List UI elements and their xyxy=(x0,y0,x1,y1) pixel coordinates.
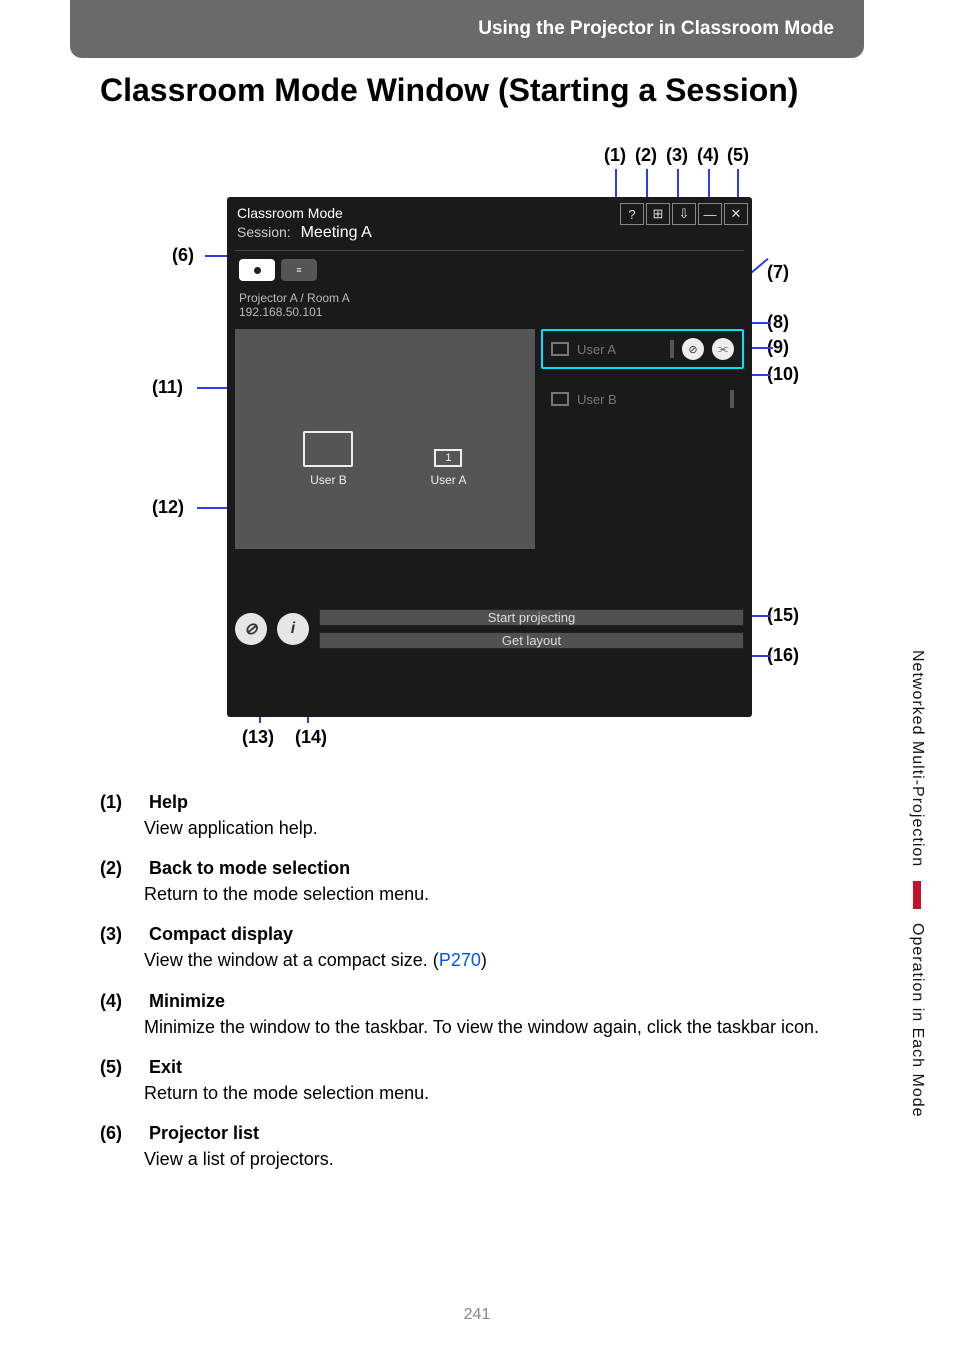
close-icon[interactable]: ✕ xyxy=(724,203,748,225)
card-icon: 1 xyxy=(434,449,462,467)
page-number: 241 xyxy=(0,1306,954,1324)
projector-list-icon[interactable]: ≡ xyxy=(281,259,317,281)
desc-title: Help xyxy=(149,792,188,812)
desc-num: (5) xyxy=(100,1054,144,1080)
mode-selection-icon[interactable]: ⊞ xyxy=(646,203,670,225)
callout-6: (6) xyxy=(172,245,194,266)
status-bar-icon xyxy=(670,340,674,358)
callout-11: (11) xyxy=(152,377,183,398)
description-item: (3) Compact display View the window at a… xyxy=(100,921,864,973)
minimize-icon[interactable]: — xyxy=(698,203,722,225)
user-name: User B xyxy=(577,392,617,407)
session-row: Session: Meeting A xyxy=(237,224,742,242)
callout-2: (2) xyxy=(635,145,657,166)
description-item: (6) Projector list View a list of projec… xyxy=(100,1120,864,1172)
blank-button[interactable]: ⊘ xyxy=(235,613,267,645)
user-name: User A xyxy=(577,342,616,357)
projector-list-header: ≡ Projector A / Room A 192.168.50.101 xyxy=(235,250,744,319)
desc-title: Projector list xyxy=(149,1123,259,1143)
desc-title: Minimize xyxy=(149,991,225,1011)
app-titlebar: Classroom Mode Session: Meeting A ? ⊞ ⇩ … xyxy=(227,197,752,246)
session-name: Meeting A xyxy=(301,224,372,241)
callout-12: (12) xyxy=(152,497,184,518)
layout-slot-1: User B xyxy=(303,431,353,487)
desc-title: Back to mode selection xyxy=(149,858,350,878)
layout-slot-2-label: User A xyxy=(430,473,466,487)
layout-slot-1-label: User B xyxy=(303,473,353,487)
sidebar-top: Networked Multi-Projection xyxy=(908,650,926,867)
desc-body: View a list of projectors. xyxy=(144,1146,864,1172)
desc-num: (4) xyxy=(100,988,144,1014)
description-item: (4) Minimize Minimize the window to the … xyxy=(100,988,864,1040)
callout-5: (5) xyxy=(727,145,749,166)
description-item: (5) Exit Return to the mode selection me… xyxy=(100,1054,864,1106)
monitor-icon xyxy=(551,392,569,406)
desc-body: View the window at a compact size. (P270… xyxy=(144,947,864,973)
description-list: (1) Help View application help. (2) Back… xyxy=(100,789,864,1172)
bottom-controls: ⊘ i Start projecting Get layout xyxy=(235,609,744,649)
projector-info: Projector A / Room A 192.168.50.101 xyxy=(239,291,740,319)
desc-body: Return to the mode selection menu. xyxy=(144,881,864,907)
compact-display-icon[interactable]: ⇩ xyxy=(672,203,696,225)
titlebar-icons: ? ⊞ ⇩ — ✕ xyxy=(620,203,748,225)
description-item: (1) Help View application help. xyxy=(100,789,864,841)
callout-10: (10) xyxy=(767,364,799,385)
callout-13: (13) xyxy=(242,727,274,748)
section-header-text: Using the Projector in Classroom Mode xyxy=(478,18,834,39)
help-icon[interactable]: ? xyxy=(620,203,644,225)
divider-icon xyxy=(913,881,921,909)
callout-3: (3) xyxy=(666,145,688,166)
callout-14: (14) xyxy=(295,727,327,748)
status-bar-icon xyxy=(730,390,734,408)
layout-preview[interactable]: User B 1 User A xyxy=(235,329,535,549)
projector-ip: 192.168.50.101 xyxy=(239,305,740,319)
callout-7: (7) xyxy=(767,262,789,283)
user-list: User A ⊘ ⫘ User B xyxy=(541,329,744,549)
user-item[interactable]: User B xyxy=(541,379,744,419)
callout-1: (1) xyxy=(604,145,626,166)
callout-15: (15) xyxy=(767,605,799,626)
desc-title: Compact display xyxy=(149,924,293,944)
desc-title: Exit xyxy=(149,1057,182,1077)
desc-body: Minimize the window to the taskbar. To v… xyxy=(144,1014,864,1040)
callout-4: (4) xyxy=(697,145,719,166)
session-prefix: Session: xyxy=(237,224,291,240)
desc-body: Return to the mode selection menu. xyxy=(144,1080,864,1106)
sidebar-bottom: Operation in Each Mode xyxy=(908,923,926,1118)
desc-num: (2) xyxy=(100,855,144,881)
projector-name: Projector A / Room A xyxy=(239,291,740,305)
page-title: Classroom Mode Window (Starting a Sessio… xyxy=(100,72,954,109)
section-header: Using the Projector in Classroom Mode xyxy=(70,0,864,58)
connect-icon[interactable]: ⫘ xyxy=(712,338,734,360)
desc-num: (3) xyxy=(100,921,144,947)
layout-slot-2: 1 User A xyxy=(430,449,466,487)
user-item[interactable]: User A ⊘ ⫘ xyxy=(541,329,744,369)
projector-thumbnail-icon[interactable] xyxy=(239,259,275,281)
monitor-icon xyxy=(551,342,569,356)
block-icon[interactable]: ⊘ xyxy=(682,338,704,360)
page-ref-link[interactable]: P270 xyxy=(439,950,481,970)
get-layout-button[interactable]: Get layout xyxy=(319,632,744,649)
callout-16: (16) xyxy=(767,645,799,666)
app-window: Classroom Mode Session: Meeting A ? ⊞ ⇩ … xyxy=(227,197,752,717)
desc-num: (1) xyxy=(100,789,144,815)
start-projecting-button[interactable]: Start projecting xyxy=(319,609,744,626)
desc-body: View application help. xyxy=(144,815,864,841)
diagram: (1) (2) (3) (4) (5) (6) (7) (8) (9) (10)… xyxy=(117,127,837,767)
info-button[interactable]: i xyxy=(277,613,309,645)
description-item: (2) Back to mode selection Return to the… xyxy=(100,855,864,907)
desc-num: (6) xyxy=(100,1120,144,1146)
sidebar-text: Networked Multi-Projection Operation in … xyxy=(908,650,926,1118)
monitor-icon xyxy=(303,431,353,467)
